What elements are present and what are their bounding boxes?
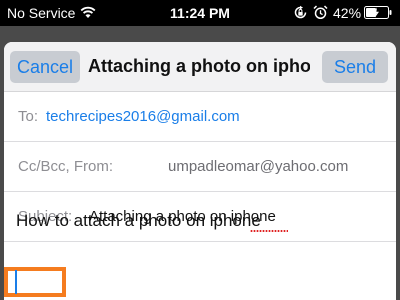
to-label: To: bbox=[18, 108, 39, 125]
compose-nav-bar: Cancel Attaching a photo on iphone Send bbox=[4, 42, 396, 92]
to-recipient[interactable]: techrecipes2016@gmail.com bbox=[46, 108, 240, 125]
orientation-lock-icon bbox=[294, 5, 307, 19]
message-body[interactable]: How to attach a photo on iphone bbox=[16, 211, 261, 231]
text-cursor bbox=[15, 270, 17, 294]
status-bar: No Service 11:24 PM 42% bbox=[0, 0, 400, 26]
cancel-button[interactable]: Cancel bbox=[10, 51, 80, 83]
alarm-icon bbox=[313, 5, 328, 20]
compose-title: Attaching a photo on iphone bbox=[88, 56, 310, 76]
to-field[interactable]: To: techrecipes2016@gmail.com bbox=[4, 92, 396, 142]
battery-percentage: 42% bbox=[333, 5, 362, 21]
spellcheck-underline bbox=[250, 230, 288, 232]
cc-bcc-from-label: Cc/Bcc, From: bbox=[18, 158, 114, 175]
send-button[interactable]: Send bbox=[322, 51, 388, 83]
cc-bcc-from-field[interactable]: Cc/Bcc, From: umpadleomar@yahoo.com bbox=[4, 142, 396, 192]
battery-icon bbox=[364, 6, 392, 19]
mail-compose-sheet: Cancel Attaching a photo on iphone Send … bbox=[4, 42, 396, 300]
annotation-highlight-box bbox=[4, 267, 66, 297]
from-address[interactable]: umpadleomar@yahoo.com bbox=[168, 158, 348, 175]
